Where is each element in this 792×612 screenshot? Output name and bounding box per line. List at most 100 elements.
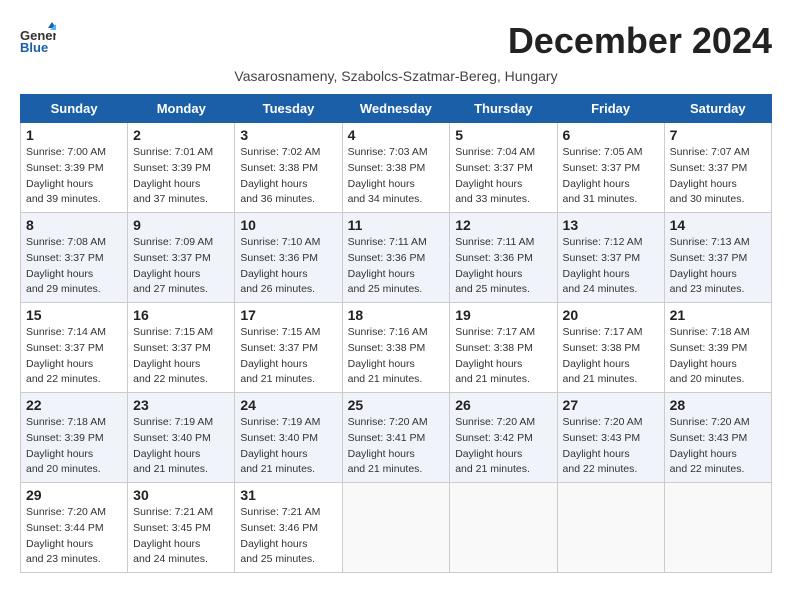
day-number: 18 (348, 307, 445, 323)
day-info: Sunrise: 7:11 AM Sunset: 3:36 PM Dayligh… (348, 235, 445, 298)
day-info: Sunrise: 7:17 AM Sunset: 3:38 PM Dayligh… (455, 325, 551, 388)
col-monday: Monday (128, 95, 235, 123)
day-number: 6 (563, 127, 659, 143)
day-info: Sunrise: 7:09 AM Sunset: 3:37 PM Dayligh… (133, 235, 229, 298)
table-row: 11 Sunrise: 7:11 AM Sunset: 3:36 PM Dayl… (342, 213, 450, 303)
day-info: Sunrise: 7:15 AM Sunset: 3:37 PM Dayligh… (133, 325, 229, 388)
table-row: 22 Sunrise: 7:18 AM Sunset: 3:39 PM Dayl… (21, 393, 128, 483)
col-wednesday: Wednesday (342, 95, 450, 123)
day-number: 29 (26, 487, 122, 503)
day-info: Sunrise: 7:18 AM Sunset: 3:39 PM Dayligh… (670, 325, 766, 388)
day-info: Sunrise: 7:02 AM Sunset: 3:38 PM Dayligh… (240, 145, 336, 208)
day-info: Sunrise: 7:21 AM Sunset: 3:46 PM Dayligh… (240, 505, 336, 568)
day-info: Sunrise: 7:11 AM Sunset: 3:36 PM Dayligh… (455, 235, 551, 298)
day-info: Sunrise: 7:10 AM Sunset: 3:36 PM Dayligh… (240, 235, 336, 298)
day-info: Sunrise: 7:20 AM Sunset: 3:44 PM Dayligh… (26, 505, 122, 568)
calendar-week-row: 1 Sunrise: 7:00 AM Sunset: 3:39 PM Dayli… (21, 123, 772, 213)
table-row: 1 Sunrise: 7:00 AM Sunset: 3:39 PM Dayli… (21, 123, 128, 213)
table-row: 25 Sunrise: 7:20 AM Sunset: 3:41 PM Dayl… (342, 393, 450, 483)
day-info: Sunrise: 7:00 AM Sunset: 3:39 PM Dayligh… (26, 145, 122, 208)
day-number: 3 (240, 127, 336, 143)
table-row: 16 Sunrise: 7:15 AM Sunset: 3:37 PM Dayl… (128, 303, 235, 393)
day-info: Sunrise: 7:05 AM Sunset: 3:37 PM Dayligh… (563, 145, 659, 208)
day-info: Sunrise: 7:19 AM Sunset: 3:40 PM Dayligh… (133, 415, 229, 478)
calendar-week-row: 15 Sunrise: 7:14 AM Sunset: 3:37 PM Dayl… (21, 303, 772, 393)
calendar-week-row: 29 Sunrise: 7:20 AM Sunset: 3:44 PM Dayl… (21, 483, 772, 573)
table-row: 8 Sunrise: 7:08 AM Sunset: 3:37 PM Dayli… (21, 213, 128, 303)
table-row (342, 483, 450, 573)
logo: General Blue (20, 20, 60, 56)
day-info: Sunrise: 7:13 AM Sunset: 3:37 PM Dayligh… (670, 235, 766, 298)
day-number: 27 (563, 397, 659, 413)
table-row (664, 483, 771, 573)
day-info: Sunrise: 7:20 AM Sunset: 3:42 PM Dayligh… (455, 415, 551, 478)
day-info: Sunrise: 7:08 AM Sunset: 3:37 PM Dayligh… (26, 235, 122, 298)
logo-icon: General Blue (20, 20, 56, 56)
table-row: 12 Sunrise: 7:11 AM Sunset: 3:36 PM Dayl… (450, 213, 557, 303)
day-info: Sunrise: 7:03 AM Sunset: 3:38 PM Dayligh… (348, 145, 445, 208)
day-number: 8 (26, 217, 122, 233)
day-number: 23 (133, 397, 229, 413)
table-row (557, 483, 664, 573)
day-number: 11 (348, 217, 445, 233)
day-info: Sunrise: 7:21 AM Sunset: 3:45 PM Dayligh… (133, 505, 229, 568)
table-row: 4 Sunrise: 7:03 AM Sunset: 3:38 PM Dayli… (342, 123, 450, 213)
day-info: Sunrise: 7:16 AM Sunset: 3:38 PM Dayligh… (348, 325, 445, 388)
day-number: 17 (240, 307, 336, 323)
day-number: 13 (563, 217, 659, 233)
day-info: Sunrise: 7:15 AM Sunset: 3:37 PM Dayligh… (240, 325, 336, 388)
day-info: Sunrise: 7:19 AM Sunset: 3:40 PM Dayligh… (240, 415, 336, 478)
table-row: 31 Sunrise: 7:21 AM Sunset: 3:46 PM Dayl… (235, 483, 342, 573)
table-row: 27 Sunrise: 7:20 AM Sunset: 3:43 PM Dayl… (557, 393, 664, 483)
calendar-header-row: Sunday Monday Tuesday Wednesday Thursday… (21, 95, 772, 123)
table-row: 14 Sunrise: 7:13 AM Sunset: 3:37 PM Dayl… (664, 213, 771, 303)
table-row: 5 Sunrise: 7:04 AM Sunset: 3:37 PM Dayli… (450, 123, 557, 213)
day-number: 2 (133, 127, 229, 143)
month-title: December 2024 (508, 20, 772, 62)
day-info: Sunrise: 7:04 AM Sunset: 3:37 PM Dayligh… (455, 145, 551, 208)
calendar-week-row: 22 Sunrise: 7:18 AM Sunset: 3:39 PM Dayl… (21, 393, 772, 483)
calendar-week-row: 8 Sunrise: 7:08 AM Sunset: 3:37 PM Dayli… (21, 213, 772, 303)
day-number: 24 (240, 397, 336, 413)
col-saturday: Saturday (664, 95, 771, 123)
table-row: 30 Sunrise: 7:21 AM Sunset: 3:45 PM Dayl… (128, 483, 235, 573)
day-info: Sunrise: 7:20 AM Sunset: 3:43 PM Dayligh… (563, 415, 659, 478)
table-row: 17 Sunrise: 7:15 AM Sunset: 3:37 PM Dayl… (235, 303, 342, 393)
day-number: 1 (26, 127, 122, 143)
day-number: 10 (240, 217, 336, 233)
day-number: 28 (670, 397, 766, 413)
table-row: 6 Sunrise: 7:05 AM Sunset: 3:37 PM Dayli… (557, 123, 664, 213)
table-row: 28 Sunrise: 7:20 AM Sunset: 3:43 PM Dayl… (664, 393, 771, 483)
table-row: 7 Sunrise: 7:07 AM Sunset: 3:37 PM Dayli… (664, 123, 771, 213)
day-number: 21 (670, 307, 766, 323)
day-info: Sunrise: 7:20 AM Sunset: 3:41 PM Dayligh… (348, 415, 445, 478)
day-number: 7 (670, 127, 766, 143)
header: General Blue December 2024 (20, 20, 772, 62)
day-number: 25 (348, 397, 445, 413)
table-row: 15 Sunrise: 7:14 AM Sunset: 3:37 PM Dayl… (21, 303, 128, 393)
day-number: 26 (455, 397, 551, 413)
table-row: 3 Sunrise: 7:02 AM Sunset: 3:38 PM Dayli… (235, 123, 342, 213)
day-number: 14 (670, 217, 766, 233)
day-info: Sunrise: 7:14 AM Sunset: 3:37 PM Dayligh… (26, 325, 122, 388)
table-row (450, 483, 557, 573)
col-friday: Friday (557, 95, 664, 123)
col-thursday: Thursday (450, 95, 557, 123)
day-number: 31 (240, 487, 336, 503)
day-number: 16 (133, 307, 229, 323)
day-info: Sunrise: 7:07 AM Sunset: 3:37 PM Dayligh… (670, 145, 766, 208)
subtitle: Vasarosnameny, Szabolcs-Szatmar-Bereg, H… (20, 68, 772, 84)
table-row: 13 Sunrise: 7:12 AM Sunset: 3:37 PM Dayl… (557, 213, 664, 303)
table-row: 10 Sunrise: 7:10 AM Sunset: 3:36 PM Dayl… (235, 213, 342, 303)
col-tuesday: Tuesday (235, 95, 342, 123)
svg-text:Blue: Blue (20, 40, 48, 55)
col-sunday: Sunday (21, 95, 128, 123)
table-row: 24 Sunrise: 7:19 AM Sunset: 3:40 PM Dayl… (235, 393, 342, 483)
table-row: 2 Sunrise: 7:01 AM Sunset: 3:39 PM Dayli… (128, 123, 235, 213)
day-number: 4 (348, 127, 445, 143)
day-number: 9 (133, 217, 229, 233)
day-number: 19 (455, 307, 551, 323)
day-info: Sunrise: 7:20 AM Sunset: 3:43 PM Dayligh… (670, 415, 766, 478)
day-number: 30 (133, 487, 229, 503)
day-number: 5 (455, 127, 551, 143)
